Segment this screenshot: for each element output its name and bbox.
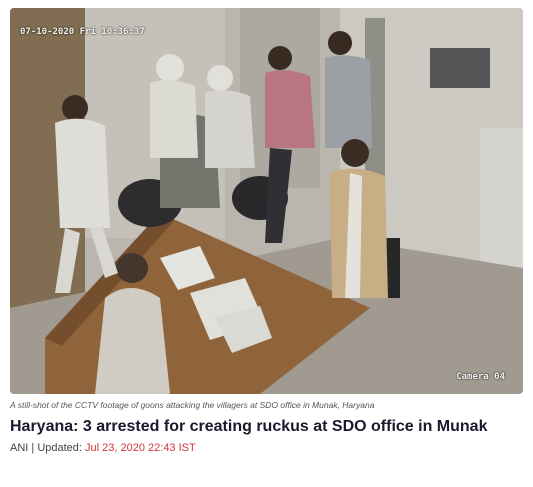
article-date: Jul 23, 2020 22:43 IST: [85, 442, 196, 454]
article-headline[interactable]: Haryana: 3 arrested for creating ruckus …: [10, 418, 523, 436]
news-card[interactable]: 07-10-2020 Fri 10:36:37 Camera 04 A stil…: [10, 8, 523, 454]
image-caption: A still-shot of the CCTV footage of goon…: [10, 400, 375, 410]
article-meta: ANI | Updated: Jul 23, 2020 22:43 IST: [10, 442, 523, 454]
updated-label: | Updated:: [31, 442, 82, 454]
cctv-still-image[interactable]: 07-10-2020 Fri 10:36:37 Camera 04: [10, 8, 523, 394]
cctv-camera-label: Camera 04: [456, 372, 505, 382]
cctv-timestamp-overlay: 07-10-2020 Fri 10:36:37: [20, 27, 145, 37]
cctv-scene-illustration: [10, 8, 523, 394]
article-source: ANI: [10, 442, 29, 454]
